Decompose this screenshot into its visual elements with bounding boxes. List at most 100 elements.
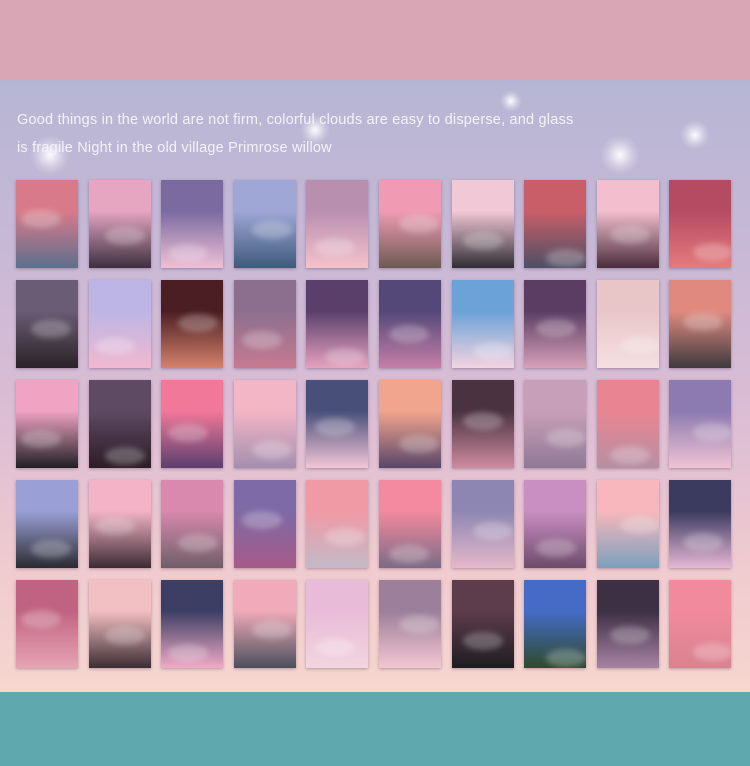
sky-photo-sticker: [233, 380, 296, 468]
sky-photo-sticker: [16, 180, 78, 268]
cloud-shape: [472, 522, 513, 540]
sky-photo-sticker: [88, 480, 151, 568]
sky-photo-sticker: [233, 480, 296, 568]
sky-photo-sticker: [16, 580, 78, 668]
sky-photo-sticker: [16, 380, 78, 468]
cloud-shape: [325, 528, 366, 546]
sky-photo-sticker: [524, 280, 587, 368]
caption-line: Good things in the world are not firm, c…: [17, 112, 574, 128]
sky-photo-sticker: [379, 380, 441, 468]
sky-photo-sticker: [233, 580, 296, 668]
sky-photo-sticker: [596, 280, 659, 368]
cloud-shape: [21, 610, 61, 628]
sky-photo-sticker: [524, 180, 587, 268]
sky-photo-sticker: [379, 580, 441, 668]
sky-photo-sticker: [451, 480, 514, 568]
cloud-shape: [325, 348, 366, 366]
sky-photo-sticker: [16, 480, 78, 568]
cloud-shape: [94, 517, 135, 535]
cloud-shape: [241, 511, 282, 529]
sky-photo-sticker: [161, 280, 224, 368]
sky-photo-sticker: [669, 280, 732, 368]
cloud-shape: [31, 320, 71, 338]
cloud-shape: [251, 221, 292, 239]
cloud-shape: [683, 313, 724, 331]
sky-photo-sticker: [596, 380, 659, 468]
cloud-shape: [693, 643, 732, 661]
cloud-shape: [536, 539, 577, 557]
sky-photo-sticker: [451, 280, 514, 368]
cloud-shape: [609, 626, 650, 644]
cloud-shape: [546, 429, 587, 447]
sky-photo-sticker: [524, 580, 587, 668]
cloud-shape: [104, 227, 145, 245]
sky-photo-sticker: [233, 280, 296, 368]
cloud-shape: [251, 621, 292, 639]
sky-photo-sticker: [16, 280, 78, 368]
cloud-shape: [472, 342, 513, 360]
cloud-shape: [389, 545, 429, 563]
sky-photo-sticker: [306, 480, 369, 568]
sticker-grid: [16, 180, 734, 670]
sky-photo-sticker: [524, 380, 587, 468]
cloud-shape: [619, 516, 659, 534]
sky-photo-sticker: [451, 180, 514, 268]
sky-photo-sticker: [161, 580, 224, 668]
cloud-shape: [315, 638, 356, 656]
sky-photo-sticker: [451, 380, 514, 468]
cloud-shape: [693, 243, 732, 261]
sky-photo-sticker: [161, 380, 224, 468]
sky-photo-sticker: [451, 580, 514, 668]
sky-photo-sticker: [596, 480, 659, 568]
cloud-shape: [94, 337, 135, 355]
sky-photo-sticker: [88, 380, 151, 468]
sky-photo-sticker: [306, 380, 369, 468]
cloud-shape: [609, 446, 650, 464]
cloud-shape: [241, 331, 282, 349]
sky-photo-sticker: [379, 480, 441, 568]
bottom-banner: [0, 692, 750, 766]
cloud-shape: [21, 430, 61, 448]
sky-photo-sticker: [524, 480, 587, 568]
cloud-shape: [389, 325, 429, 343]
sky-photo-sticker: [306, 180, 369, 268]
sky-photo-sticker: [596, 580, 659, 668]
sky-photo-sticker: [306, 280, 369, 368]
cloud-shape: [536, 319, 577, 337]
cloud-shape: [178, 314, 219, 332]
sky-photo-sticker: [161, 480, 224, 568]
sky-photo-sticker: [379, 280, 441, 368]
cloud-shape: [462, 632, 503, 650]
cloud-shape: [693, 423, 732, 441]
cloud-shape: [178, 534, 219, 552]
caption-line: is fragile Night in the old village Prim…: [17, 140, 332, 156]
cloud-shape: [104, 627, 145, 645]
cloud-shape: [168, 424, 209, 442]
cloud-shape: [251, 441, 292, 459]
cloud-shape: [31, 540, 71, 558]
sky-photo-sticker: [161, 180, 224, 268]
cloud-shape: [168, 644, 209, 662]
sky-photo-sticker: [233, 180, 296, 268]
cloud-shape: [462, 412, 503, 430]
cloud-shape: [104, 447, 145, 465]
cloud-shape: [399, 215, 439, 233]
cloud-shape: [21, 210, 61, 228]
cloud-shape: [609, 226, 650, 244]
cloud-shape: [315, 418, 356, 436]
cloud-shape: [546, 649, 587, 667]
cloud-shape: [546, 249, 587, 267]
cloud-shape: [619, 336, 659, 354]
cloud-shape: [683, 533, 724, 551]
sky-photo-sticker: [596, 180, 659, 268]
sky-photo-sticker: [669, 580, 732, 668]
sky-photo-sticker: [669, 480, 732, 568]
cloud-shape: [315, 238, 356, 256]
top-banner: [0, 0, 750, 80]
sky-photo-sticker: [88, 180, 151, 268]
sky-photo-sticker: [669, 180, 732, 268]
sky-photo-sticker: [379, 180, 441, 268]
cloud-shape: [462, 232, 503, 250]
sky-photo-sticker: [88, 580, 151, 668]
cloud-shape: [168, 244, 209, 262]
